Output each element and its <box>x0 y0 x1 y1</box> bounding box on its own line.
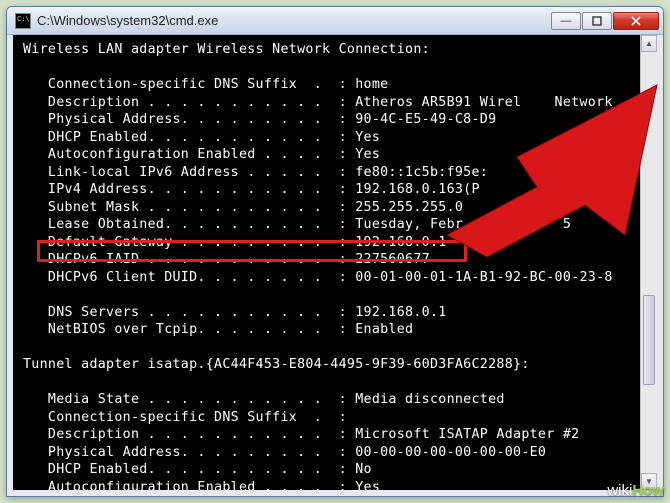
cmd-window: C:\Windows\system32\cmd.exe — Wireless L… <box>6 6 664 497</box>
close-button[interactable] <box>613 12 659 30</box>
maximize-button[interactable] <box>582 12 612 30</box>
close-icon <box>631 16 641 26</box>
vertical-scrollbar[interactable]: ▲ ▼ <box>640 35 657 490</box>
terminal-output: Wireless LAN adapter Wireless Network Co… <box>13 35 657 490</box>
watermark-how: How <box>632 482 664 499</box>
watermark-wiki: wiki <box>607 482 632 499</box>
maximize-icon <box>592 16 602 26</box>
watermark: wikiHow <box>607 482 664 499</box>
minimize-button[interactable]: — <box>551 12 581 30</box>
titlebar[interactable]: C:\Windows\system32\cmd.exe — <box>7 7 663 35</box>
terminal-client-area[interactable]: Wireless LAN adapter Wireless Network Co… <box>13 35 657 490</box>
cmd-icon <box>15 13 31 29</box>
window-title: C:\Windows\system32\cmd.exe <box>37 13 551 28</box>
window-controls: — <box>551 12 659 30</box>
scroll-thumb[interactable] <box>643 295 655 385</box>
scroll-up-button[interactable]: ▲ <box>641 35 657 52</box>
